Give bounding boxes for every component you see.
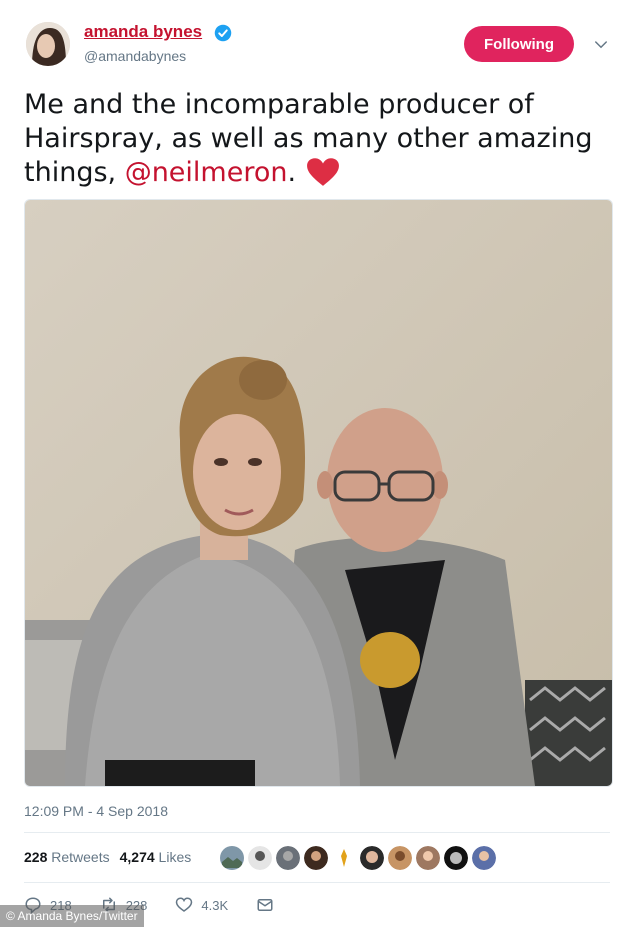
chevron-down-icon[interactable] bbox=[592, 36, 610, 54]
tweet-photo[interactable] bbox=[24, 199, 613, 787]
envelope-icon bbox=[257, 899, 273, 911]
tweet-card: amanda bynes @amandabynes Following Me a… bbox=[0, 0, 634, 927]
liker-avatar[interactable] bbox=[332, 846, 356, 870]
like-count: 4.3K bbox=[201, 897, 229, 913]
tweet-timestamp[interactable]: 12:09 PM - 4 Sep 2018 bbox=[24, 803, 168, 819]
liker-avatars bbox=[220, 846, 496, 870]
retweets-count: 228 bbox=[24, 849, 48, 865]
photo-credit: © Amanda Bynes/Twitter bbox=[0, 905, 144, 927]
photo-image bbox=[25, 200, 612, 786]
display-name[interactable]: amanda bynes bbox=[84, 22, 202, 42]
liker-avatar[interactable] bbox=[248, 846, 272, 870]
divider bbox=[24, 882, 610, 883]
tweet-text: Me and the incomparable producer of Hair… bbox=[24, 88, 614, 190]
likes-count: 4,274 bbox=[119, 849, 155, 865]
following-button[interactable]: Following bbox=[464, 26, 574, 62]
liker-avatar[interactable] bbox=[416, 846, 440, 870]
red-heart-emoji-icon bbox=[307, 158, 339, 186]
liker-avatar[interactable] bbox=[444, 846, 468, 870]
liker-avatar[interactable] bbox=[304, 846, 328, 870]
retweets-stat[interactable]: 228 Retweets bbox=[24, 849, 110, 865]
like-button[interactable]: 4.3K bbox=[175, 896, 228, 914]
liker-avatar[interactable] bbox=[472, 846, 496, 870]
tweet-end: . bbox=[287, 157, 297, 188]
retweets-label: Retweets bbox=[51, 849, 110, 865]
heart-outline-icon bbox=[176, 897, 193, 912]
user-handle[interactable]: @amandabynes bbox=[84, 48, 186, 64]
mention-link[interactable]: @neilmeron bbox=[125, 157, 288, 188]
likes-label: Likes bbox=[158, 849, 192, 865]
tweet-stats: 228 Retweets 4,274 Likes bbox=[24, 849, 191, 865]
direct-message-button[interactable] bbox=[256, 896, 274, 914]
liker-avatar[interactable] bbox=[276, 846, 300, 870]
likes-stat[interactable]: 4,274 Likes bbox=[120, 849, 192, 865]
liker-avatar[interactable] bbox=[220, 846, 244, 870]
liker-avatar[interactable] bbox=[360, 846, 384, 870]
avatar[interactable] bbox=[26, 22, 70, 66]
liker-avatar[interactable] bbox=[388, 846, 412, 870]
divider bbox=[24, 832, 610, 833]
verified-badge-icon bbox=[214, 24, 232, 42]
